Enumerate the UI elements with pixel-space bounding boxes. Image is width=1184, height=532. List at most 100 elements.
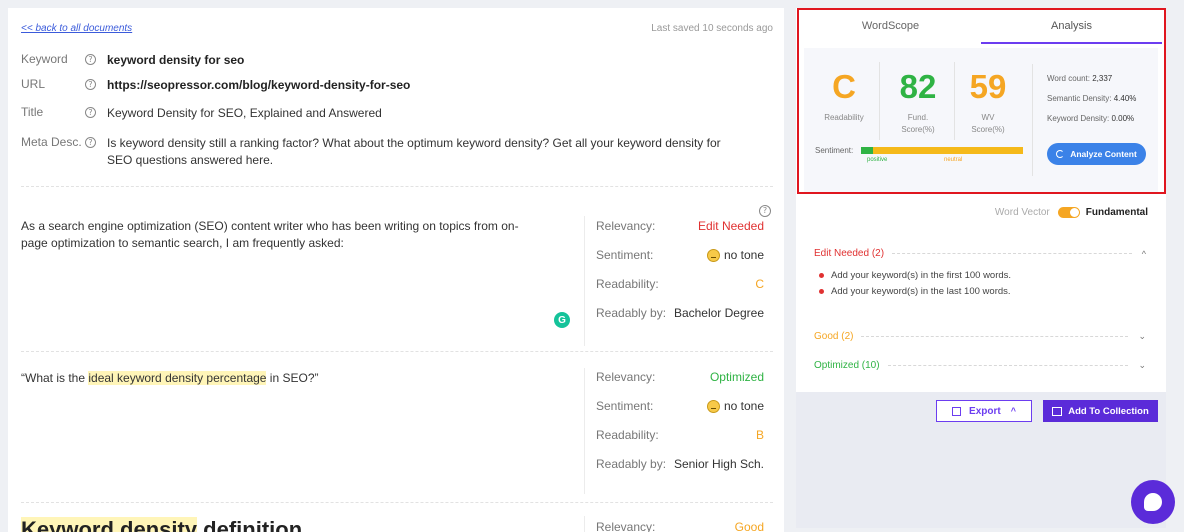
- heading-text: definition: [197, 517, 303, 532]
- readability-value: B: [755, 428, 764, 442]
- block-divider: [584, 368, 585, 494]
- section-title: Edit Needed (2): [814, 248, 885, 259]
- word-vector-label: Word Vector: [994, 207, 1050, 218]
- save-status: Last saved 10 seconds ago: [651, 23, 773, 34]
- share-icon: [952, 406, 962, 416]
- grammarly-icon[interactable]: G: [554, 312, 570, 328]
- export-label: Export: [969, 405, 1001, 417]
- block-help: ?: [759, 200, 771, 218]
- readably-by-value: Bachelor Degree: [673, 306, 764, 320]
- relevancy-label: Relevancy:: [596, 219, 656, 233]
- paragraph-block-2[interactable]: “What is the ideal keyword density perce…: [21, 370, 541, 387]
- readably-by-value: Senior High Sch.: [673, 457, 764, 471]
- readably-by-label: Readably by:: [596, 306, 667, 320]
- sentiment-value: no tone: [706, 399, 764, 413]
- help-icon[interactable]: ?: [85, 54, 96, 65]
- meta-desc-value[interactable]: Is keyword density still a ranking facto…: [107, 135, 747, 169]
- meta-label: Keyword: [21, 52, 68, 66]
- chevron-up-icon: ^: [1010, 406, 1016, 416]
- chevron-down-icon[interactable]: ⌄: [1138, 331, 1146, 342]
- keyword-highlight: ideal keyword density percentage: [88, 371, 267, 385]
- sentiment-value: no tone: [706, 248, 764, 262]
- issue-item: Add your keyword(s) in the last 100 word…: [819, 286, 1011, 297]
- help-icon[interactable]: ?: [85, 107, 96, 118]
- action-bar: Export ^ Add To Collection: [796, 392, 1166, 528]
- help-icon[interactable]: ?: [759, 204, 771, 217]
- fundamental-label: Fundamental: [1085, 207, 1148, 218]
- readability-label: Readability:: [596, 428, 659, 442]
- block-divider: [584, 216, 585, 346]
- paragraph-text: in SEO?”: [266, 371, 319, 385]
- issue-text: Add your keyword(s) in the last 100 word…: [831, 286, 1011, 297]
- relevancy-value: Optimized: [709, 370, 764, 384]
- readability-metric: Readability: C: [596, 277, 764, 291]
- section-title: Optimized (10): [814, 360, 880, 371]
- error-dot-icon: [819, 273, 824, 278]
- keyword-highlight: Keyword density: [21, 517, 198, 532]
- readability-value: C: [755, 277, 764, 291]
- relevancy-metric: Relevancy: Edit Needed: [596, 219, 764, 233]
- neutral-face-icon: [706, 399, 720, 413]
- sentiment-metric: Sentiment: no tone: [596, 248, 764, 262]
- meta-label: Meta Desc.: [21, 135, 82, 149]
- issue-item: Add your keyword(s) in the first 100 wor…: [819, 270, 1011, 281]
- chat-icon: [1144, 493, 1162, 511]
- help-icon[interactable]: ?: [85, 137, 96, 148]
- optimized-section[interactable]: Optimized (10) ⌄: [814, 360, 1146, 371]
- meta-title-value[interactable]: Keyword Density for SEO, Explained and A…: [107, 105, 747, 122]
- meta-keyword-row: Keyword ? keyword density for seo: [21, 52, 747, 69]
- chevron-down-icon[interactable]: ⌄: [1138, 360, 1146, 371]
- readably-by-metric: Readably by: Senior High Sch.: [596, 457, 764, 471]
- meta-url-row: URL ? https://seopressor.com/blog/keywor…: [21, 77, 747, 94]
- readably-by-label: Readably by:: [596, 457, 667, 471]
- sentiment-text: no tone: [723, 399, 764, 413]
- chat-widget-button[interactable]: [1131, 480, 1175, 524]
- section-heading[interactable]: Keyword density definition: [21, 517, 302, 532]
- meta-title-row: Title ? Keyword Density for SEO, Explain…: [21, 105, 747, 122]
- highlight-box: [797, 8, 1166, 194]
- sentiment-text: no tone: [723, 248, 764, 262]
- relevancy-value: Edit Needed: [697, 219, 764, 233]
- export-button[interactable]: Export ^: [936, 400, 1032, 422]
- block-divider: [584, 516, 585, 532]
- back-to-documents-link[interactable]: << back to all documents: [21, 23, 132, 34]
- word-vector-toggle[interactable]: [1057, 207, 1080, 218]
- meta-url-value[interactable]: https://seopressor.com/blog/keyword-dens…: [107, 77, 747, 94]
- divider: [21, 502, 773, 503]
- relevancy-metric: Relevancy: Optimized: [596, 370, 764, 384]
- issue-text: Add your keyword(s) in the first 100 wor…: [831, 270, 1012, 281]
- readability-metric: Readability: B: [596, 428, 764, 442]
- help-icon[interactable]: ?: [85, 79, 96, 90]
- paragraph-text: “What is the: [21, 371, 89, 385]
- relevancy-label: Relevancy:: [596, 370, 656, 384]
- edit-needed-section[interactable]: Edit Needed (2) ^: [814, 248, 1146, 259]
- divider: [887, 365, 1129, 366]
- section-title: Good (2): [814, 331, 854, 342]
- neutral-face-icon: [706, 248, 720, 262]
- divider: [21, 351, 773, 352]
- divider: [21, 186, 773, 187]
- paragraph-block-1[interactable]: As a search engine optimization (SEO) co…: [21, 218, 541, 252]
- word-vector-toggle-row: Word Vector Fundamental: [995, 207, 1148, 218]
- meta-desc-row: Meta Desc. ? Is keyword density still a …: [21, 135, 747, 169]
- divider: [892, 253, 1132, 254]
- readability-label: Readability:: [596, 277, 659, 291]
- chevron-up-icon[interactable]: ^: [1142, 249, 1146, 259]
- relevancy-label: Relevancy:: [596, 520, 656, 532]
- collection-label: Add To Collection: [1068, 405, 1149, 417]
- meta-keyword-value[interactable]: keyword density for seo: [107, 52, 747, 69]
- meta-label: URL: [21, 77, 46, 91]
- folder-plus-icon: [1052, 406, 1063, 416]
- readably-by-metric: Readably by: Bachelor Degree: [596, 306, 764, 320]
- document-editor: << back to all documents Last saved 10 s…: [8, 8, 784, 532]
- sentiment-metric: Sentiment: no tone: [596, 399, 764, 413]
- add-to-collection-button[interactable]: Add To Collection: [1043, 400, 1158, 422]
- meta-label: Title: [21, 105, 44, 119]
- relevancy-metric: Relevancy: Good: [596, 520, 764, 532]
- relevancy-value: Good: [734, 520, 764, 532]
- sentiment-label: Sentiment:: [596, 248, 654, 262]
- good-section[interactable]: Good (2) ⌄: [814, 331, 1146, 342]
- sentiment-label: Sentiment:: [596, 399, 654, 413]
- divider: [861, 336, 1129, 337]
- error-dot-icon: [819, 289, 824, 294]
